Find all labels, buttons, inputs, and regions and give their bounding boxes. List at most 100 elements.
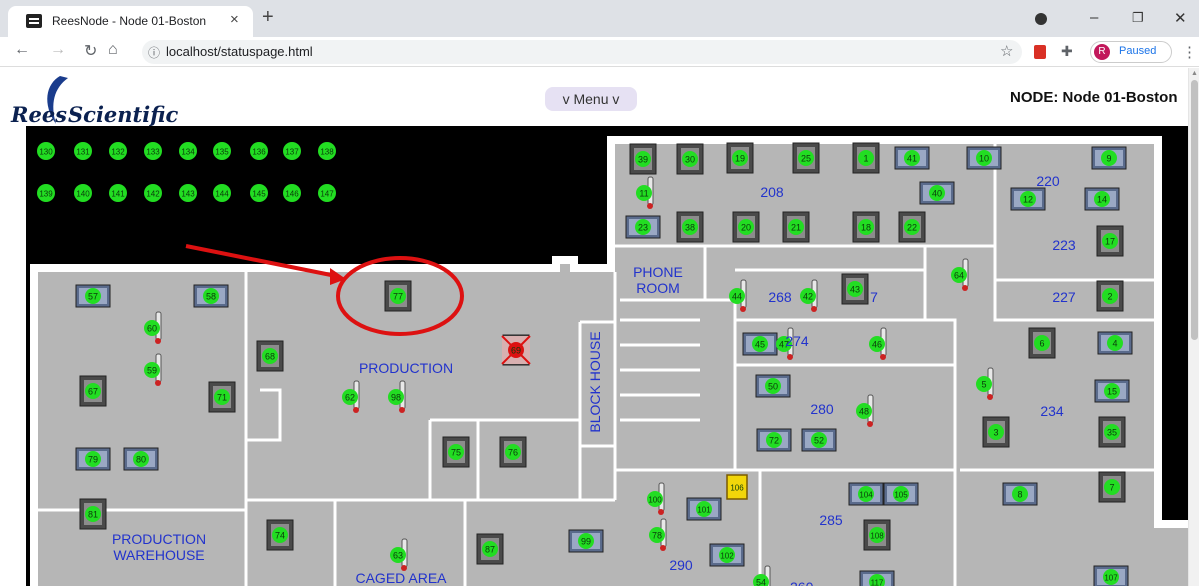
sensor-2[interactable]: 2 — [1096, 280, 1124, 312]
room-label: ROOM — [636, 280, 680, 296]
unplaced-sensor-138[interactable]: 138 — [318, 142, 336, 160]
unplaced-sensor-144[interactable]: 144 — [213, 184, 231, 202]
sensor-87[interactable]: 87 — [476, 533, 504, 565]
sensor-23[interactable]: 23 — [625, 215, 661, 239]
sensor-101[interactable]: 101 — [686, 497, 722, 521]
sensor-72[interactable]: 72 — [756, 428, 792, 452]
page-scrollbar[interactable]: ▲ — [1188, 68, 1199, 586]
unplaced-sensor-132[interactable]: 132 — [109, 142, 127, 160]
sensor-14[interactable]: 14 — [1084, 187, 1120, 211]
unplaced-sensor-139[interactable]: 139 — [37, 184, 55, 202]
sensor-4[interactable]: 4 — [1097, 331, 1133, 355]
sensor-20[interactable]: 20 — [732, 211, 760, 243]
sensor-21[interactable]: 21 — [782, 211, 810, 243]
sensor-41[interactable]: 41 — [894, 146, 930, 170]
sensor-39[interactable]: 39 — [629, 143, 657, 175]
sensor-108[interactable]: 108 — [863, 519, 891, 551]
pdf-extension-icon[interactable] — [1034, 45, 1046, 59]
sensor-43[interactable]: 43 — [841, 273, 869, 305]
new-tab-icon[interactable]: + — [262, 6, 274, 29]
unplaced-sensor-130[interactable]: 130 — [37, 142, 55, 160]
unplaced-sensor-131[interactable]: 131 — [74, 142, 92, 160]
unplaced-sensor-137[interactable]: 137 — [283, 142, 301, 160]
home-icon[interactable]: ⌂ — [108, 41, 118, 59]
sensor-22[interactable]: 22 — [898, 211, 926, 243]
url-bar[interactable]: ⓘ localhost/statuspage.html — [142, 40, 1022, 64]
browser-menu-icon[interactable]: ⋮ — [1182, 43, 1197, 61]
sensor-10[interactable]: 10 — [966, 146, 1002, 170]
sensor-17[interactable]: 17 — [1096, 225, 1124, 257]
sensor-71[interactable]: 71 — [208, 381, 236, 413]
sensor-38[interactable]: 38 — [676, 211, 704, 243]
minimize-icon[interactable]: – — [1090, 9, 1098, 26]
sensor-1[interactable]: 1 — [852, 142, 880, 174]
browser-tab[interactable]: ReesNode - Node 01-Boston × — [8, 6, 253, 37]
unplaced-sensor-140[interactable]: 140 — [74, 184, 92, 202]
sensor-50[interactable]: 50 — [755, 374, 791, 398]
restore-icon[interactable]: ❐ — [1132, 10, 1144, 26]
sensor-3[interactable]: 3 — [982, 416, 1010, 448]
sensor-68[interactable]: 68 — [256, 340, 284, 372]
sensor-35[interactable]: 35 — [1098, 416, 1126, 448]
extensions-icon[interactable]: ✚ — [1061, 43, 1073, 60]
sensor-67[interactable]: 67 — [79, 375, 107, 407]
close-window-icon[interactable]: ✕ — [1174, 9, 1187, 27]
sensor-45[interactable]: 45 — [742, 332, 778, 356]
scroll-thumb[interactable] — [1191, 80, 1198, 340]
bookmark-star-icon[interactable]: ☆ — [1000, 42, 1013, 60]
sensor-74[interactable]: 74 — [266, 519, 294, 551]
sensor-id-label: 52 — [814, 436, 824, 446]
sensor-58[interactable]: 58 — [193, 284, 229, 308]
sensor-76[interactable]: 76 — [499, 436, 527, 468]
profile-button[interactable]: R Paused — [1090, 41, 1172, 63]
sensor-80[interactable]: 80 — [123, 447, 159, 471]
menu-button[interactable]: v Menu v — [545, 87, 637, 111]
forward-icon[interactable]: → — [50, 41, 66, 59]
unplaced-sensor-133[interactable]: 133 — [144, 142, 162, 160]
unplaced-sensor-142[interactable]: 142 — [144, 184, 162, 202]
room-label: PRODUCTION — [359, 360, 453, 376]
sensor-75[interactable]: 75 — [442, 436, 470, 468]
media-record-icon[interactable] — [1035, 13, 1047, 25]
sensor-25[interactable]: 25 — [792, 142, 820, 174]
sensor-79[interactable]: 79 — [75, 447, 111, 471]
unplaced-sensor-134[interactable]: 134 — [179, 142, 197, 160]
sensor-19[interactable]: 19 — [726, 142, 754, 174]
sensor-6[interactable]: 6 — [1028, 327, 1056, 359]
sensor-8[interactable]: 8 — [1002, 482, 1038, 506]
sensor-81[interactable]: 81 — [79, 498, 107, 530]
sensor-id-label: 2 — [1107, 292, 1112, 302]
url-text[interactable]: localhost/statuspage.html — [166, 44, 313, 59]
sensor-102[interactable]: 102 — [709, 543, 745, 567]
sensor-9[interactable]: 9 — [1091, 146, 1127, 170]
sensor-id-label: 1 — [863, 154, 868, 164]
unplaced-sensor-143[interactable]: 143 — [179, 184, 197, 202]
sensor-117[interactable]: 117 — [859, 570, 895, 586]
site-info-icon[interactable]: ⓘ — [148, 44, 160, 61]
sensor-77[interactable]: 77 — [384, 280, 412, 312]
unplaced-sensor-146[interactable]: 146 — [283, 184, 301, 202]
sensor-104[interactable]: 104 — [848, 482, 884, 506]
sensor-12[interactable]: 12 — [1010, 187, 1046, 211]
sensor-106[interactable]: 106 — [726, 474, 748, 500]
unplaced-sensor-147[interactable]: 147 — [318, 184, 336, 202]
sensor-57[interactable]: 57 — [75, 284, 111, 308]
sensor-69[interactable]: 69 — [501, 334, 531, 366]
sensor-107[interactable]: 107 — [1093, 565, 1129, 586]
sensor-7[interactable]: 7 — [1098, 471, 1126, 503]
sensor-99[interactable]: 99 — [568, 529, 604, 553]
unplaced-sensor-141[interactable]: 141 — [109, 184, 127, 202]
sensor-30[interactable]: 30 — [676, 143, 704, 175]
reload-icon[interactable]: ↻ — [84, 41, 97, 61]
scroll-up-arrow-icon[interactable]: ▲ — [1191, 70, 1198, 77]
sensor-18[interactable]: 18 — [852, 211, 880, 243]
unplaced-sensor-135[interactable]: 135 — [213, 142, 231, 160]
unplaced-sensor-145[interactable]: 145 — [250, 184, 268, 202]
sensor-52[interactable]: 52 — [801, 428, 837, 452]
back-icon[interactable]: ← — [14, 41, 30, 59]
tab-close-icon[interactable]: × — [230, 11, 239, 28]
sensor-15[interactable]: 15 — [1094, 379, 1130, 403]
sensor-105[interactable]: 105 — [883, 482, 919, 506]
sensor-40[interactable]: 40 — [919, 181, 955, 205]
unplaced-sensor-136[interactable]: 136 — [250, 142, 268, 160]
